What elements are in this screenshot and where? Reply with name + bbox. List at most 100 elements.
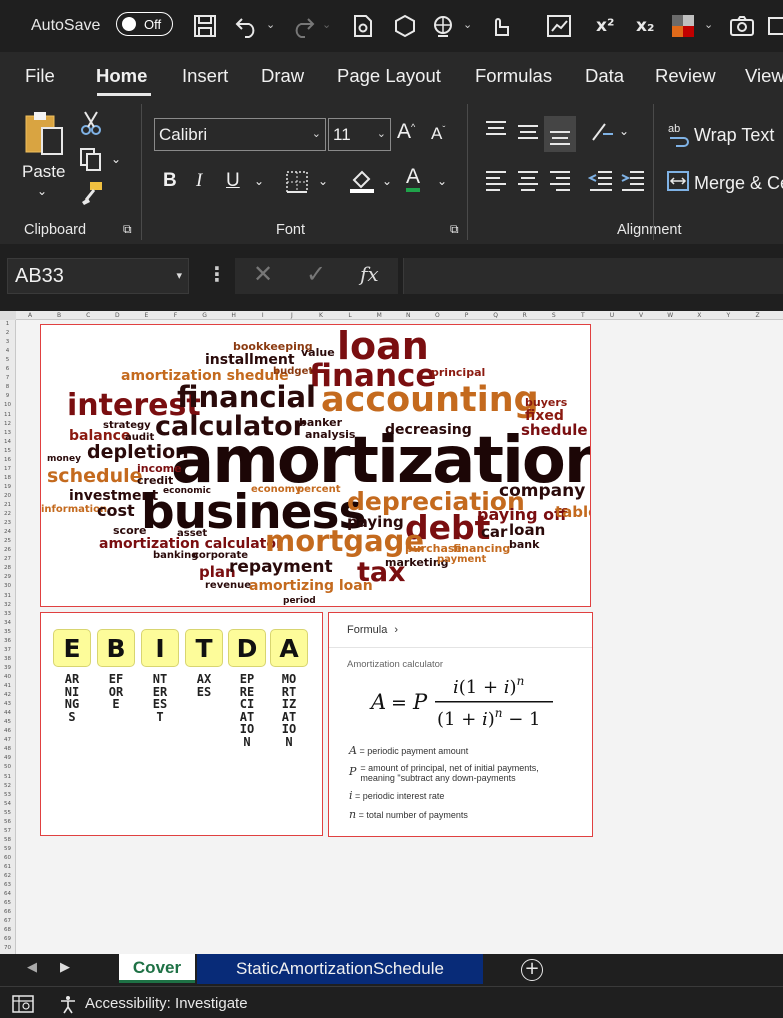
row-header[interactable]: 1	[0, 320, 15, 329]
row-header[interactable]: 60	[0, 854, 15, 863]
paste-label[interactable]: Paste	[22, 162, 65, 182]
wrap-text-icon[interactable]: ab	[668, 122, 690, 148]
tab-draw[interactable]: Draw	[261, 52, 304, 100]
column-header[interactable]: J	[278, 311, 306, 320]
cell-mode-icon[interactable]	[12, 995, 34, 1013]
sheet-tab-static-amortization-schedule[interactable]: StaticAmortizationSchedule	[197, 954, 483, 984]
borders-icon[interactable]	[285, 170, 309, 194]
column-header[interactable]: V	[627, 311, 655, 320]
row-header[interactable]: 33	[0, 610, 15, 619]
align-bottom-button[interactable]	[544, 116, 576, 152]
row-header[interactable]: 20	[0, 492, 15, 501]
undo-dropdown-icon[interactable]: ⌄	[266, 18, 275, 31]
row-header[interactable]: 19	[0, 483, 15, 492]
row-header[interactable]: 66	[0, 908, 15, 917]
column-header[interactable]: F	[162, 311, 190, 320]
column-header[interactable]: W	[656, 311, 684, 320]
camera-icon[interactable]	[729, 13, 755, 39]
insert-function-button[interactable]: fx	[360, 262, 379, 286]
word-cloud-picture[interactable]: loan bookkeeping installment value finan…	[40, 324, 591, 607]
row-header[interactable]: 14	[0, 438, 15, 447]
row-header[interactable]: 41	[0, 682, 15, 691]
fill-color-dropdown-icon[interactable]: ⌄	[382, 174, 392, 188]
row-header[interactable]: 32	[0, 601, 15, 610]
amortization-formula-picture[interactable]: Formula › Amortization calculator A = P …	[328, 612, 593, 837]
borders-dropdown-icon[interactable]: ⌄	[318, 174, 328, 188]
row-header[interactable]: 29	[0, 573, 15, 582]
row-header[interactable]: 43	[0, 700, 15, 709]
row-header[interactable]: 35	[0, 628, 15, 637]
superscript-button[interactable]: x²	[596, 0, 614, 52]
column-header[interactable]: I	[249, 311, 277, 320]
row-header[interactable]: 31	[0, 592, 15, 601]
fill-color-icon[interactable]	[348, 166, 376, 194]
underline-button[interactable]: U	[226, 170, 240, 192]
cut-icon[interactable]	[80, 110, 102, 136]
accessibility-icon[interactable]	[57, 993, 79, 1015]
globe-dropdown-icon[interactable]: ⌄	[463, 18, 472, 31]
row-header[interactable]: 11	[0, 411, 15, 420]
ebitda-picture[interactable]: E B I T D A ARNINGS EFORE NTEREST AXES E…	[40, 612, 323, 836]
row-header[interactable]: 13	[0, 429, 15, 438]
more-options-icon[interactable]: ⋮	[207, 262, 227, 286]
enter-icon[interactable]: ✓	[306, 260, 326, 288]
tab-insert[interactable]: Insert	[182, 52, 228, 100]
row-header[interactable]: 56	[0, 818, 15, 827]
column-header[interactable]: H	[220, 311, 248, 320]
row-header[interactable]: 6	[0, 365, 15, 374]
column-header[interactable]: Q	[482, 311, 510, 320]
column-header[interactable]: E	[132, 311, 160, 320]
row-header[interactable]: 2	[0, 329, 15, 338]
column-header[interactable]: O	[423, 311, 451, 320]
column-header[interactable]: R	[511, 311, 539, 320]
scroll-tabs-right-icon[interactable]: ▶	[60, 960, 70, 975]
column-header[interactable]: Y	[714, 311, 742, 320]
row-header[interactable]: 15	[0, 447, 15, 456]
font-launcher-icon[interactable]: ⧉	[450, 222, 459, 237]
bold-button[interactable]: B	[163, 170, 177, 192]
column-header[interactable]: L	[336, 311, 364, 320]
row-header[interactable]: 39	[0, 664, 15, 673]
row-header[interactable]: 52	[0, 782, 15, 791]
row-header[interactable]: 49	[0, 754, 15, 763]
palette-dropdown-icon[interactable]: ⌄	[704, 18, 713, 31]
align-middle-icon[interactable]	[516, 122, 540, 142]
row-header[interactable]: 61	[0, 863, 15, 872]
row-header[interactable]: 67	[0, 917, 15, 926]
column-header[interactable]: D	[103, 311, 131, 320]
scroll-tabs-left-icon[interactable]: ◀	[27, 960, 37, 975]
row-header[interactable]: 10	[0, 401, 15, 410]
autosave-toggle[interactable]: Off	[116, 12, 173, 36]
undo-icon[interactable]	[234, 13, 260, 39]
column-header[interactable]: P	[453, 311, 481, 320]
column-header[interactable]: T	[569, 311, 597, 320]
row-header[interactable]: 18	[0, 474, 15, 483]
row-header[interactable]: 3	[0, 338, 15, 347]
increase-indent-icon[interactable]	[620, 168, 646, 192]
tab-formulas[interactable]: Formulas	[475, 52, 552, 100]
font-name-select[interactable]: Calibri ⌄	[154, 118, 326, 151]
column-header[interactable]: X	[685, 311, 713, 320]
row-header[interactable]: 50	[0, 763, 15, 772]
subscript-button[interactable]: x₂	[636, 0, 654, 52]
merge-center-icon[interactable]	[666, 170, 690, 192]
column-header[interactable]: C	[74, 311, 102, 320]
align-top-icon[interactable]	[484, 120, 508, 140]
row-header[interactable]: 69	[0, 935, 15, 944]
row-header[interactable]: 46	[0, 727, 15, 736]
row-header[interactable]: 28	[0, 564, 15, 573]
paste-dropdown-icon[interactable]: ⌄	[37, 184, 47, 198]
tab-page-layout[interactable]: Page Layout	[337, 52, 441, 100]
align-left-icon[interactable]	[484, 168, 508, 192]
row-header[interactable]: 64	[0, 890, 15, 899]
clipboard-launcher-icon[interactable]: ⧉	[123, 222, 132, 237]
redo-dropdown-icon[interactable]: ⌄	[322, 18, 331, 31]
row-header[interactable]: 7	[0, 374, 15, 383]
column-header[interactable]: A	[16, 311, 44, 320]
save-icon[interactable]	[192, 13, 218, 39]
row-header[interactable]: 12	[0, 420, 15, 429]
row-header[interactable]: 48	[0, 745, 15, 754]
row-header[interactable]: 17	[0, 465, 15, 474]
row-header[interactable]: 30	[0, 582, 15, 591]
paste-icon[interactable]	[22, 110, 66, 156]
